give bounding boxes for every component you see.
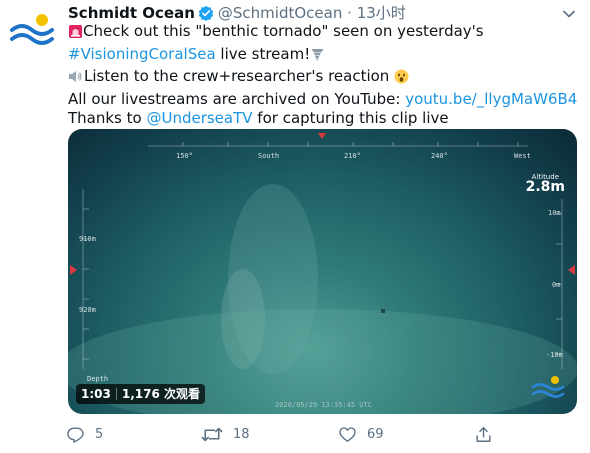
video-duration: 1:03 — [81, 387, 111, 401]
heading-tick-240: 240° — [431, 152, 448, 160]
handle[interactable]: @SchmidtOcean — [218, 4, 342, 22]
reply-button[interactable]: 5 — [66, 423, 103, 445]
altitude-tick-10: 10m — [548, 209, 561, 217]
tweet-line-5: Thanks to @UnderseaTV for capturing this… — [68, 109, 583, 129]
depth-tick-910: 910m — [79, 235, 96, 243]
tweet-line-1-text: Check out this "benthic tornado" seen on… — [83, 22, 484, 40]
schmidt-ocean-watermark-icon — [531, 376, 565, 398]
reply-icon — [67, 426, 84, 443]
tweet-text: Check out this "benthic tornado" seen on… — [68, 22, 583, 129]
timestamp[interactable]: 13小时 — [357, 4, 406, 22]
reply-count: 5 — [95, 426, 104, 442]
retweet-count: 18 — [233, 426, 250, 442]
tweet-line-4-text: All our livestreams are archived on YouT… — [68, 89, 406, 108]
surprised-face-emoji-icon — [394, 69, 409, 90]
youtube-link[interactable]: youtu.be/_llygMaW6B4 — [405, 90, 577, 108]
display-name[interactable]: Schmidt Ocean — [68, 4, 195, 22]
tweet-line-2: #VisioningCoralSea live stream! — [68, 45, 583, 68]
tweet-line-5-text: Thanks to — [68, 109, 147, 127]
siren-emoji-icon — [68, 24, 83, 45]
tornado-emoji-icon — [310, 47, 325, 68]
speaker-emoji-icon — [68, 69, 84, 90]
tweet-line-2-text: live stream! — [215, 44, 311, 63]
separator-dot: · — [347, 4, 352, 22]
video-player[interactable]: 150° South 210° 240° West 910m 920m Dept… — [68, 129, 577, 414]
tweet-line-4: All our livestreams are archived on YouT… — [68, 90, 583, 110]
video-hud-overlay — [68, 133, 577, 414]
heading-tick-west: West — [514, 152, 531, 160]
hashtag-link[interactable]: #VisioningCoralSea — [68, 45, 216, 63]
share-button[interactable] — [474, 423, 503, 445]
heading-tick-210: 210° — [344, 152, 361, 160]
avatar[interactable] — [8, 6, 56, 54]
video-info-badge: 1:03 1,176 次观看 — [76, 384, 205, 404]
heading-tick-south: South — [258, 152, 280, 160]
retweet-icon — [201, 427, 223, 441]
depth-label: Depth — [87, 375, 109, 383]
retweet-button[interactable]: 18 — [201, 423, 250, 445]
heading-tick-150: 150° — [176, 152, 193, 160]
depth-tick-920: 920m — [79, 306, 96, 314]
tweet-line-3: Listen to the crew+researcher's reaction — [68, 67, 583, 90]
share-icon — [476, 426, 491, 442]
mention-link[interactable]: @UnderseaTV — [146, 109, 252, 127]
tweet-line-3-text: Listen to the crew+researcher's reaction — [84, 67, 395, 85]
video-timestamp: 2020/05/29 13:35:45 UTC — [275, 401, 372, 409]
heart-icon — [339, 426, 356, 442]
tweet-actions: 5 18 69 — [66, 423, 506, 447]
like-button[interactable]: 69 — [338, 423, 384, 445]
tweet-line-1: Check out this "benthic tornado" seen on… — [68, 22, 583, 45]
video-view-count: 1,176 次观看 — [121, 387, 200, 401]
altitude-tick-0: 0m — [552, 281, 561, 289]
altitude-tick-minus-10: -10m — [546, 351, 563, 359]
tweet-line-5-text-2: for capturing this clip live — [252, 109, 449, 127]
altitude-value: 2.8m — [525, 179, 565, 195]
schmidt-ocean-logo — [8, 6, 56, 54]
like-count: 69 — [367, 426, 384, 442]
